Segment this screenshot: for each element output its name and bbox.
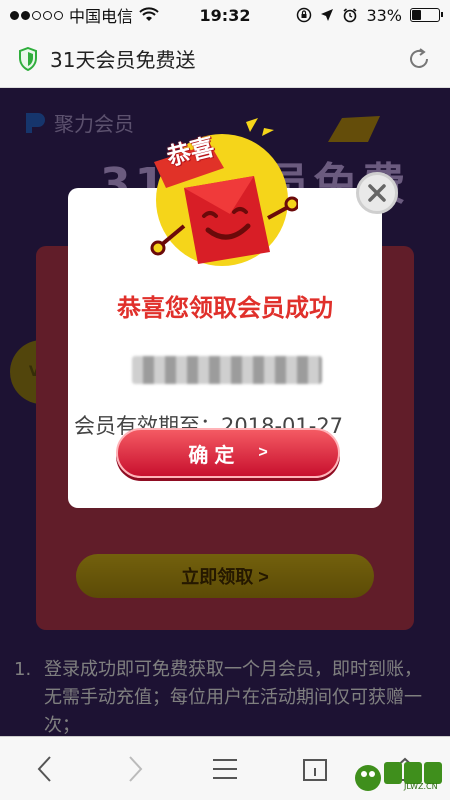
forward-icon — [129, 755, 143, 782]
confirm-button[interactable]: 确定 > — [116, 428, 340, 478]
battery-icon — [410, 8, 443, 22]
rotation-lock-icon — [297, 7, 312, 23]
close-icon — [368, 184, 386, 202]
menu-icon — [213, 758, 237, 779]
chevron-right-icon: > — [258, 444, 268, 461]
location-icon — [321, 9, 334, 21]
wifi-icon — [139, 7, 159, 21]
congrats-badge: 恭喜 — [146, 118, 300, 270]
shield-icon — [19, 46, 37, 71]
status-left: 中国电信 — [10, 3, 296, 27]
refresh-icon[interactable] — [406, 46, 432, 72]
close-button[interactable] — [356, 172, 398, 214]
title-bar: 31天会员免费送 — [0, 30, 450, 88]
forward-button[interactable] — [115, 749, 155, 789]
menu-button[interactable] — [205, 749, 245, 789]
alarm-icon — [343, 8, 357, 23]
modal-title: 恭喜您领取会员成功 — [117, 294, 333, 322]
status-right: 33% — [296, 5, 443, 25]
carrier-name: 中国电信 — [69, 7, 134, 26]
tabs-icon — [303, 758, 327, 781]
redeem-code-blurred — [132, 356, 322, 384]
back-icon — [37, 755, 51, 782]
battery-percent: 33% — [366, 5, 402, 25]
confirm-label: 确定 — [188, 444, 241, 467]
page-title: 31天会员免费送 — [50, 48, 196, 72]
site-logo-watermark — [355, 762, 442, 791]
status-bar: 中国电信 19:32 33% — [0, 0, 450, 30]
battery-fill — [412, 10, 421, 20]
signal-strength-icon — [10, 10, 63, 20]
tabs-button[interactable] — [295, 749, 335, 789]
back-button[interactable] — [25, 749, 65, 789]
watermark-site: JLWZ.CN — [404, 782, 438, 791]
